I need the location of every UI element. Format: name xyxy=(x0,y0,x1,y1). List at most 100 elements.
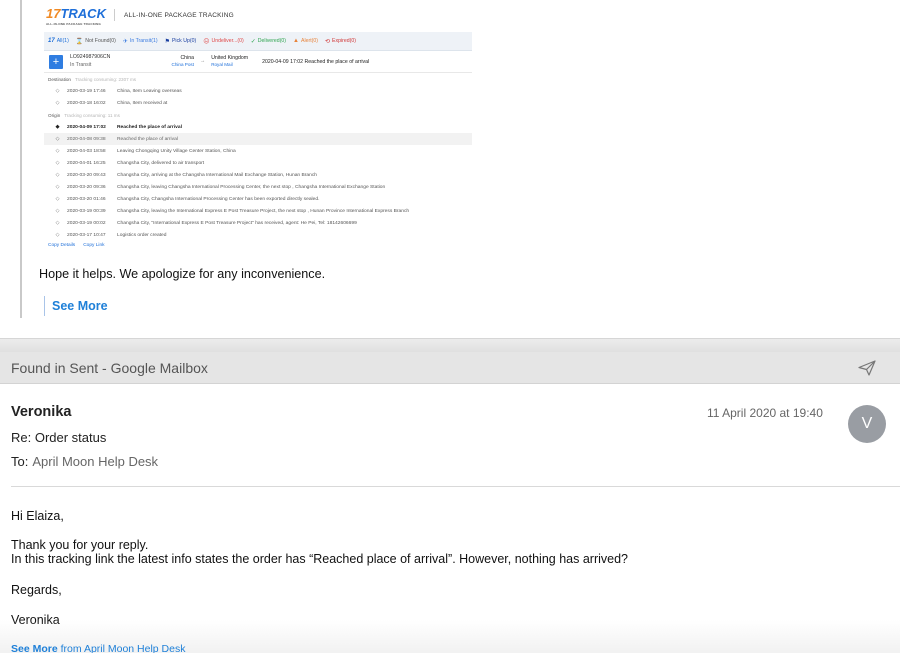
email-subject: Re: Order status xyxy=(11,430,107,445)
hollow-dot-icon: ◇ xyxy=(55,160,60,166)
card-links: Copy Details Copy Link xyxy=(44,243,472,248)
see-more-link[interactable]: See More xyxy=(52,299,108,313)
paper-plane-icon[interactable] xyxy=(857,359,877,377)
event-row: ◇ 2020-03-17 10:47 Logistics order creat… xyxy=(44,229,472,241)
event-row: ◆ 2020-04-09 17:02 Reached the place of … xyxy=(44,121,472,133)
hollow-dot-icon: ◇ xyxy=(55,172,60,178)
event-row: ◇ 2020-03-19 17:46 China, Item Leaving o… xyxy=(44,85,472,97)
search-result-header: Found in Sent - Google Mailbox xyxy=(0,352,900,384)
section-label: Origin xyxy=(48,112,61,118)
event-row: ◇ 2020-03-20 09:43 Changsha City, arrivi… xyxy=(44,169,472,181)
panel-separator xyxy=(0,338,900,352)
event-row: ◇ 2020-04-03 18:58 Leaving Chongqing Uni… xyxy=(44,145,472,157)
event-time: 2020-03-19 17:46 xyxy=(67,88,106,94)
brand-logo-sub: ALL-IN-ONE PACKAGE TRACKING xyxy=(46,21,102,26)
hollow-dot-icon: ◇ xyxy=(55,136,60,142)
tab-label: In Transit(1) xyxy=(129,38,158,44)
see-more-source: from April Moon Help Desk xyxy=(57,643,186,653)
recipient-name[interactable]: April Moon Help Desk xyxy=(32,454,158,469)
divider xyxy=(113,9,115,21)
hollow-dot-icon: ◇ xyxy=(55,184,60,190)
destination-header: Destination Tracking consuming: 2307 ms xyxy=(44,73,472,85)
event-text: Reached the place of arrival xyxy=(117,136,178,142)
latest-event: 2020-04-09 17:02 Reached the place of ar… xyxy=(262,58,370,65)
event-row: ◇ 2020-04-01 16:25 Changsha City, delive… xyxy=(44,157,472,169)
origin-carrier[interactable]: China Post xyxy=(170,62,194,69)
hollow-dot-icon: ◇ xyxy=(55,88,60,94)
event-text: Changsha City, Changsha International Pr… xyxy=(117,196,320,202)
copy-link-link[interactable]: Copy Link xyxy=(83,243,104,248)
flag-icon: ⚑ xyxy=(164,38,170,45)
event-row: ◇ 2020-03-19 00:39 Changsha City, leavin… xyxy=(44,205,472,217)
event-text: Changsha City, leaving Changsha Internat… xyxy=(117,184,386,190)
email-body-line: Thank you for your reply. xyxy=(11,538,149,552)
tab-expired[interactable]: ⟲ Expired(0) xyxy=(325,38,356,45)
event-time: 2020-03-20 09:36 xyxy=(67,184,106,190)
event-text: China, Item received at xyxy=(117,100,168,106)
tab-undelivered[interactable]: ☹ Undeliver...(0) xyxy=(203,38,244,45)
sender-name[interactable]: Veronika xyxy=(11,404,71,420)
event-time: 2020-04-01 16:25 xyxy=(67,160,106,166)
tab-label: Delivered(0) xyxy=(257,38,287,44)
event-time: 2020-04-03 18:58 xyxy=(67,148,106,154)
brand-title: ALL-IN-ONE PACKAGE TRACKING xyxy=(123,11,234,19)
event-text: Logistics order created xyxy=(117,232,167,238)
see-more-label[interactable]: See More xyxy=(11,643,58,653)
tab-label: Pick Up(0) xyxy=(171,38,197,44)
brand-row: 17TRACK ALL-IN-ONE PACKAGE TRACKING ALL-… xyxy=(44,0,472,30)
hollow-dot-icon: ◇ xyxy=(55,148,60,154)
tab-label: Alert(0) xyxy=(301,38,319,44)
event-row: ◇ 2020-04-08 09:38 Reached the place of … xyxy=(44,133,472,145)
brand-logo: 17TRACK ALL-IN-ONE PACKAGE TRACKING xyxy=(46,5,106,26)
event-text: Leaving Chongqing Unity Village Center S… xyxy=(117,148,236,154)
package-status: In Transit xyxy=(70,61,92,68)
expand-button[interactable]: + xyxy=(49,54,63,69)
tracking-consuming: Tracking consuming: 2307 ms xyxy=(74,76,137,82)
event-time: 2020-03-19 00:02 xyxy=(67,220,106,226)
airplane-icon: ✈ xyxy=(122,38,128,45)
inner-quote-bar xyxy=(44,296,45,316)
event-text: China, Item Leaving overseas xyxy=(117,88,182,94)
event-time: 2020-03-18 16:02 xyxy=(67,100,106,106)
event-row: ◇ 2020-03-18 16:02 China, Item received … xyxy=(44,97,472,109)
event-row: ◇ 2020-03-20 09:36 Changsha City, leavin… xyxy=(44,181,472,193)
tab-not-found[interactable]: ⌛ Not Found(0) xyxy=(76,38,116,45)
origin-header: Origin Tracking consuming: 11 ms xyxy=(44,109,472,121)
event-text: Reached the place of arrival xyxy=(117,124,182,130)
event-text: Changsha City, "International Express E … xyxy=(117,220,357,226)
tab-in-transit[interactable]: ✈ In Transit(1) xyxy=(123,38,158,45)
sad-face-icon: ☹ xyxy=(203,38,210,45)
to-label: To: xyxy=(11,454,29,469)
tab-alert[interactable]: ▲ Alert(0) xyxy=(293,38,318,44)
event-time: 2020-04-09 17:02 xyxy=(67,124,106,130)
filled-dot-icon: ◆ xyxy=(55,124,60,130)
event-text: Changsha City, arriving at the Changsha … xyxy=(117,172,317,178)
warning-icon: ▲ xyxy=(293,38,299,44)
avatar[interactable]: V xyxy=(848,405,886,443)
clock-icon: ⟲ xyxy=(325,38,331,45)
quoted-message: 17TRACK ALL-IN-ONE PACKAGE TRACKING ALL-… xyxy=(0,0,900,338)
copy-details-link[interactable]: Copy Details xyxy=(48,243,75,248)
17-icon: 17 xyxy=(48,38,55,44)
tab-all[interactable]: 17 All(1) xyxy=(48,38,69,44)
hollow-dot-icon: ◇ xyxy=(55,220,60,226)
event-time: 2020-03-20 01:46 xyxy=(67,196,106,202)
tab-pick-up[interactable]: ⚑ Pick Up(0) xyxy=(165,38,197,45)
event-time: 2020-04-08 09:38 xyxy=(67,136,106,142)
hollow-dot-icon: ◇ xyxy=(55,100,60,106)
tab-label: Expired(0) xyxy=(332,38,356,44)
destination-country: United Kingdom xyxy=(211,55,249,61)
tracking-number: LO924987906CN xyxy=(70,54,111,60)
found-in-label: Found in Sent - Google Mailbox xyxy=(11,360,208,376)
package-row[interactable]: + LO924987906CN In Transit China China P… xyxy=(44,51,472,73)
destination-carrier[interactable]: Royal Mail xyxy=(211,62,248,69)
quoted-closing-text: Hope it helps. We apologize for any inco… xyxy=(39,267,326,281)
tab-label: Undeliver...(0) xyxy=(211,38,244,44)
hollow-dot-icon: ◇ xyxy=(55,208,60,214)
email-regards: Regards, xyxy=(11,583,62,597)
origin-block: China China Post xyxy=(170,55,194,68)
see-more-from-link[interactable]: See More from April Moon Help Desk xyxy=(11,643,185,653)
tab-delivered[interactable]: ✓ Delivered(0) xyxy=(251,38,286,45)
event-time: 2020-03-17 10:47 xyxy=(67,232,106,238)
event-row: ◇ 2020-03-20 01:46 Changsha City, Changs… xyxy=(44,193,472,205)
